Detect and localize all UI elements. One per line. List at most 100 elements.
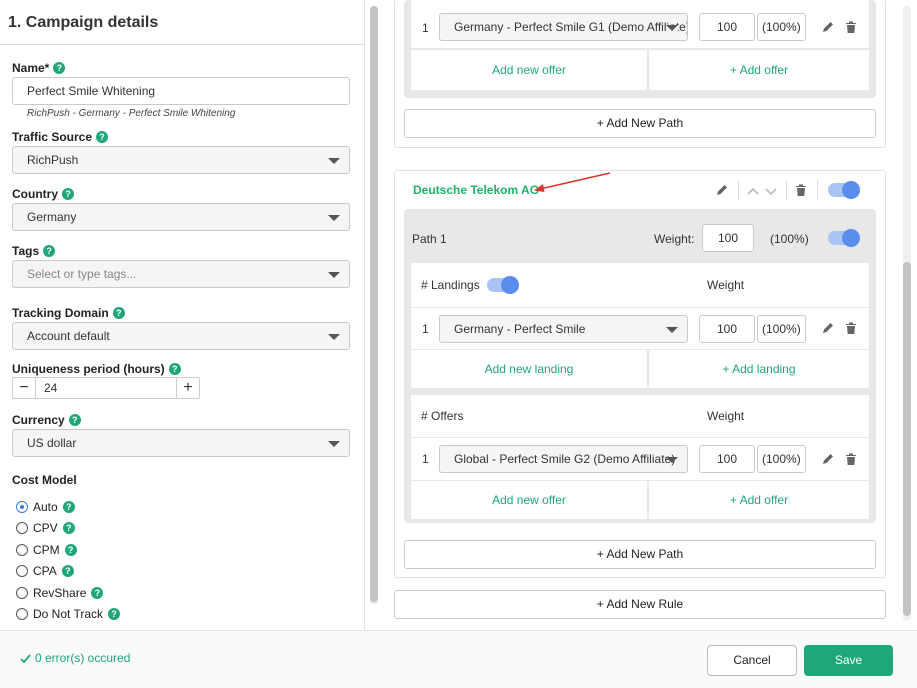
- path-box: Path 1 Weight: 100 (100%) # Landings Wei…: [404, 209, 876, 523]
- cancel-button[interactable]: Cancel: [707, 645, 797, 676]
- landing-weight-percent: (100%): [757, 315, 806, 343]
- decrement-button[interactable]: −: [13, 378, 35, 398]
- pencil-icon[interactable]: [821, 321, 835, 335]
- campaign-editor: 1. Campaign details Name*? Perfect Smile…: [0, 0, 917, 688]
- rule-name[interactable]: Deutsche Telekom AG: [413, 183, 539, 197]
- landing-row: 1 Germany - Perfect Smile 100 (100%): [411, 308, 869, 349]
- tags-select[interactable]: Select or type tags...: [12, 260, 350, 288]
- chevron-up-icon[interactable]: [746, 184, 760, 198]
- campaign-details-panel: 1. Campaign details Name*? Perfect Smile…: [0, 0, 365, 630]
- offer-weight-percent: (100%): [757, 13, 806, 41]
- help-icon[interactable]: ?: [112, 307, 125, 319]
- name-hint: RichPush - Germany - Perfect Smile White…: [27, 108, 236, 119]
- left-scrollbar-thumb[interactable]: [370, 6, 378, 602]
- add-new-rule-button[interactable]: + Add New Rule: [394, 590, 886, 619]
- offer-row: 1 Global - Perfect Smile G2 (Demo Affili…: [411, 438, 869, 480]
- save-button[interactable]: Save: [804, 645, 893, 676]
- currency-select[interactable]: US dollar: [12, 429, 350, 457]
- help-icon[interactable]: ?: [68, 414, 81, 426]
- chevron-down-icon: [328, 158, 340, 164]
- pencil-icon[interactable]: [715, 183, 729, 197]
- help-icon[interactable]: ?: [62, 501, 75, 513]
- cost-model-option-cpm[interactable]: CPM?: [16, 543, 77, 557]
- offer-weight-input[interactable]: 100: [699, 445, 755, 473]
- help-icon[interactable]: ?: [108, 608, 121, 620]
- path-box-previous: 1 Germany - Perfect Smile G1 (Demo Affil…: [404, 0, 876, 98]
- right-scrollbar-thumb[interactable]: [903, 262, 911, 616]
- traffic-source-select[interactable]: RichPush: [12, 146, 350, 174]
- path-weight-input[interactable]: 100: [702, 224, 754, 252]
- uniqueness-input[interactable]: 24: [35, 378, 177, 398]
- radio-icon[interactable]: [16, 522, 28, 534]
- cost-model-option-revshare[interactable]: RevShare?: [16, 586, 104, 600]
- landings-toggle[interactable]: [487, 276, 519, 294]
- footer-bar: 0 error(s) occured Cancel Save: [0, 630, 917, 688]
- cost-model-option-do-not-track[interactable]: Do Not Track?: [16, 607, 121, 621]
- radio-icon[interactable]: [16, 565, 28, 577]
- uniqueness-label: Uniqueness period (hours)?: [12, 362, 181, 376]
- chevron-down-icon: [328, 334, 340, 340]
- cost-model-option-auto[interactable]: Auto?: [16, 500, 75, 514]
- chevron-down-icon: [328, 441, 340, 447]
- add-new-offer-button[interactable]: Add new offer: [411, 481, 647, 519]
- divider: [738, 180, 739, 200]
- add-landing-button[interactable]: + Add landing: [649, 350, 869, 388]
- add-offer-button[interactable]: + Add offer: [649, 50, 869, 90]
- path-weight-percent: (100%): [770, 232, 809, 246]
- landing-select[interactable]: Germany - Perfect Smile: [439, 315, 688, 343]
- chevron-down-icon: [328, 272, 340, 278]
- offer-weight-input[interactable]: 100: [699, 13, 755, 41]
- cost-model-option-cpv[interactable]: CPV?: [16, 521, 75, 535]
- chevron-down-icon: [328, 215, 340, 221]
- traffic-source-label: Traffic Source?: [12, 130, 109, 144]
- radio-icon[interactable]: [16, 587, 28, 599]
- landings-header: # Landings Weight: [411, 263, 869, 307]
- add-new-offer-button[interactable]: Add new offer: [411, 50, 647, 90]
- checkmark-icon: [20, 653, 31, 663]
- name-input[interactable]: Perfect Smile Whitening: [12, 77, 350, 105]
- landing-weight-input[interactable]: 100: [699, 315, 755, 343]
- help-icon[interactable]: ?: [96, 131, 109, 143]
- tracking-domain-select[interactable]: Account default: [12, 322, 350, 350]
- path-label: Path 1: [412, 232, 447, 246]
- pencil-icon[interactable]: [821, 452, 835, 466]
- trash-icon[interactable]: [844, 452, 858, 466]
- cost-model-option-cpa[interactable]: CPA?: [16, 564, 74, 578]
- add-offer-button[interactable]: + Add offer: [649, 481, 869, 519]
- currency-label: Currency?: [12, 413, 81, 427]
- tags-label: Tags?: [12, 244, 56, 258]
- annotation-arrow-icon: [534, 172, 611, 192]
- help-icon[interactable]: ?: [62, 188, 74, 200]
- page-title: 1. Campaign details: [8, 14, 159, 31]
- right-scrollbar[interactable]: [903, 6, 911, 621]
- radio-icon[interactable]: [16, 608, 28, 620]
- help-icon[interactable]: ?: [64, 544, 77, 556]
- rule-toggle[interactable]: [828, 181, 860, 199]
- radio-icon[interactable]: [16, 501, 28, 513]
- country-label: Country?: [12, 187, 74, 201]
- offer-select[interactable]: Germany - Perfect Smile G1 (Demo Affilia…: [439, 13, 688, 41]
- pencil-icon[interactable]: [821, 20, 835, 34]
- error-status: 0 error(s) occured: [20, 651, 130, 665]
- offer-select[interactable]: Global - Perfect Smile G2 (Demo Affiliat…: [439, 445, 688, 473]
- increment-button[interactable]: +: [177, 378, 199, 398]
- add-new-path-button[interactable]: + Add New Path: [404, 540, 876, 569]
- help-icon[interactable]: ?: [61, 565, 74, 577]
- add-new-path-button[interactable]: + Add New Path: [404, 109, 876, 138]
- radio-icon[interactable]: [16, 544, 28, 556]
- country-select[interactable]: Germany: [12, 203, 350, 231]
- help-icon[interactable]: ?: [168, 363, 181, 375]
- help-icon[interactable]: ?: [91, 587, 104, 599]
- trash-icon[interactable]: [844, 20, 858, 34]
- trash-icon[interactable]: [794, 183, 808, 197]
- path-weight-label: Weight:: [654, 232, 695, 246]
- chevron-down-icon[interactable]: [764, 184, 778, 198]
- trash-icon[interactable]: [844, 321, 858, 335]
- help-icon[interactable]: ?: [62, 522, 75, 534]
- divider: [817, 180, 818, 200]
- add-new-landing-button[interactable]: Add new landing: [411, 350, 647, 388]
- path-toggle[interactable]: [828, 229, 860, 247]
- help-icon[interactable]: ?: [53, 62, 66, 74]
- left-scrollbar[interactable]: [370, 6, 378, 604]
- help-icon[interactable]: ?: [43, 245, 56, 257]
